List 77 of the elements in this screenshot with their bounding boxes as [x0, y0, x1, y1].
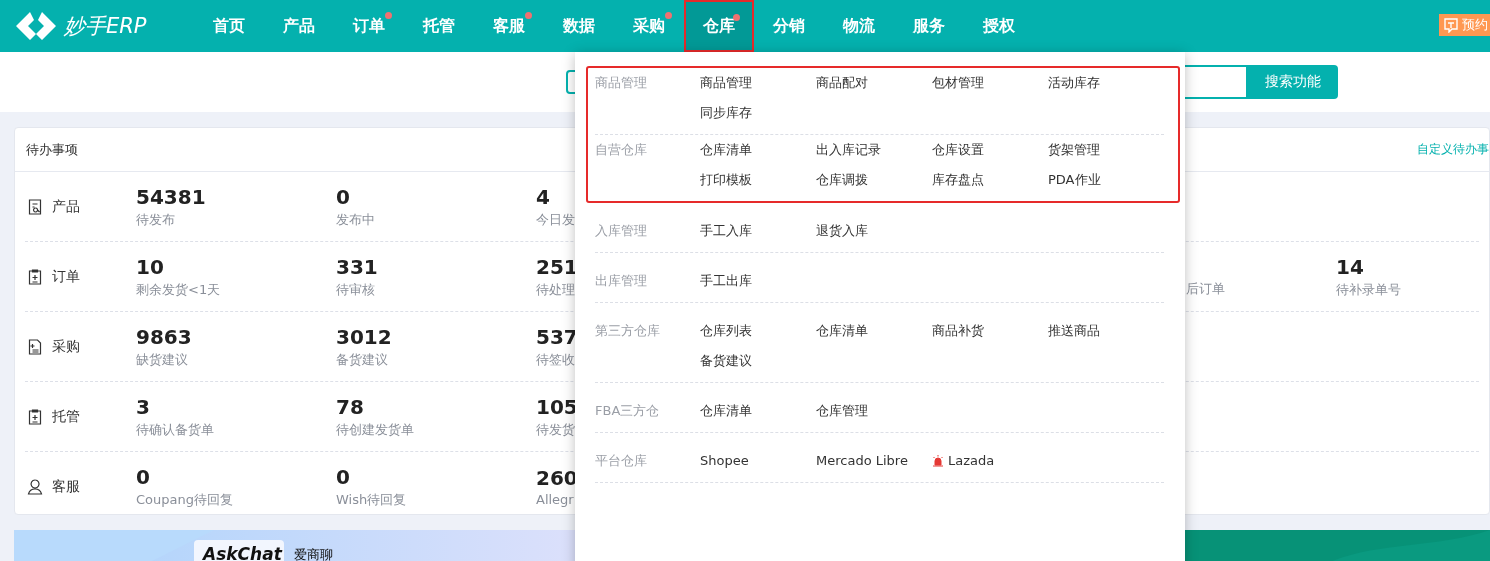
count-value[interactable]: 14	[1336, 254, 1364, 279]
count-value[interactable]: 251	[536, 254, 578, 279]
count-label: 今日发	[536, 210, 575, 229]
menu-item[interactable]: 手工入库	[700, 222, 816, 239]
menu-item[interactable]: 备货建议	[700, 352, 816, 369]
chat-icon	[1443, 17, 1459, 33]
count-value[interactable]: 9863	[136, 324, 192, 349]
section-label: 平台仓库	[595, 452, 648, 469]
menu-item[interactable]: 出入库记录	[816, 141, 932, 158]
count-label: Coupang待回复	[136, 490, 233, 509]
menu-item[interactable]: 仓库管理	[816, 402, 932, 419]
count-label: 待补录单号	[1336, 280, 1401, 299]
menu-item[interactable]: 库存盘点	[932, 171, 1048, 188]
menu-item[interactable]: 手工出库	[700, 272, 816, 289]
menu-item[interactable]: 同步库存	[700, 104, 816, 121]
card-title: 待办事项	[26, 140, 78, 159]
count-label: 待审核	[336, 280, 375, 299]
count-value[interactable]: 331	[336, 254, 378, 279]
section-label: 商品管理	[595, 74, 648, 92]
section-label: 入库管理	[595, 222, 648, 239]
count-label: 缺货建议	[136, 350, 188, 369]
count-label: 待发货	[536, 420, 575, 439]
row-label: 托管	[52, 407, 80, 426]
count-value[interactable]: 4	[536, 184, 550, 209]
menu-item[interactable]: 活动库存	[1048, 74, 1164, 91]
menu-item[interactable]: 商品配对	[816, 74, 932, 91]
menu-item[interactable]: 包材管理	[932, 74, 1048, 91]
banner-brand: 爱商聊	[294, 546, 333, 561]
count-value[interactable]: 537	[536, 324, 578, 349]
logo-text: 妙手ERP	[64, 13, 147, 40]
count-value[interactable]: 54381	[136, 184, 206, 209]
menu-item[interactable]: 商品补货	[932, 322, 1048, 339]
banner-brand: AskChat	[203, 544, 282, 561]
row-label: 采购	[52, 337, 80, 356]
menu-item[interactable]: 退货入库	[816, 222, 932, 239]
menu-item[interactable]: 仓库调拨	[816, 171, 932, 188]
count-value[interactable]: 0	[336, 464, 350, 489]
count-value[interactable]: 0	[336, 184, 350, 209]
menu-item[interactable]: 货架管理	[1048, 141, 1164, 158]
section-label: FBA三方仓	[595, 402, 661, 419]
menu-item[interactable]: 推送商品	[1048, 322, 1164, 339]
menu-item[interactable]: PDA作业	[1048, 171, 1164, 188]
section-label: 出库管理	[595, 272, 648, 289]
count-label: 待发布	[136, 210, 175, 229]
count-label: 备货建议	[336, 350, 388, 369]
row-label: 客服	[52, 477, 80, 496]
menu-item[interactable]: Lazada	[932, 452, 1048, 469]
count-label: 发布中	[336, 210, 375, 229]
count-label: 待签收	[536, 350, 575, 369]
menu-item[interactable]: 商品管理	[700, 74, 816, 91]
count-value[interactable]: 3	[136, 394, 150, 419]
count-label: 待处理	[536, 280, 575, 299]
count-value[interactable]: 3012	[336, 324, 392, 349]
count-label: 待创建发货单	[336, 420, 414, 439]
menu-item[interactable]: Mercado Libre	[816, 452, 932, 469]
menu-item[interactable]: 打印模板	[700, 171, 816, 188]
row-label: 订单	[52, 267, 80, 286]
count-label: 后订单	[1186, 279, 1225, 298]
logo-icon	[14, 10, 58, 42]
menu-item[interactable]: 仓库列表	[700, 322, 816, 339]
count-label: 剩余发货<1天	[136, 280, 221, 299]
menu-item[interactable]: 仓库设置	[932, 141, 1048, 158]
count-label: 待确认备货单	[136, 420, 214, 439]
menu-item[interactable]: 仓库清单	[816, 322, 932, 339]
section-label: 自营仓库	[595, 141, 648, 159]
menu-item[interactable]: Shopee	[700, 452, 816, 469]
menu-item[interactable]: 仓库清单	[700, 141, 816, 158]
count-label: Wish待回复	[336, 490, 407, 509]
count-value[interactable]: 78	[336, 394, 364, 419]
row-label: 产品	[52, 197, 80, 216]
count-label: Allegr	[536, 492, 574, 507]
nav-tab[interactable]: 仓库	[684, 0, 754, 52]
section-label: 第三方仓库	[595, 322, 661, 340]
menu-item[interactable]: 仓库清单	[700, 402, 816, 419]
alarm-icon	[932, 454, 944, 467]
count-value[interactable]: 10	[136, 254, 164, 279]
count-value[interactable]: 0	[136, 464, 150, 489]
